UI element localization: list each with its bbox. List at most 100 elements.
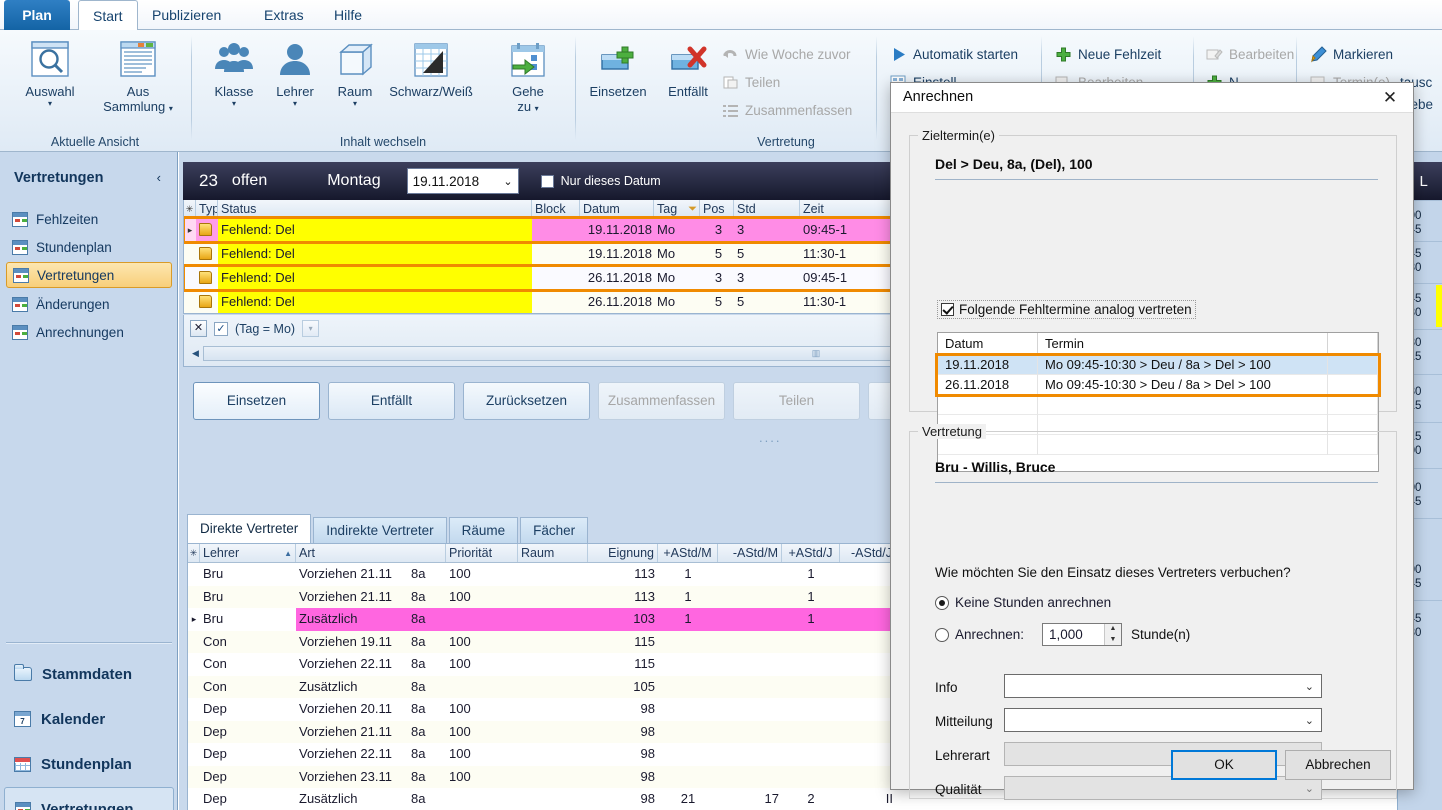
ribbon-button-gehe-zu[interactable]: Gehe zu ▾ — [486, 36, 570, 114]
column-header-minus-astd-m[interactable]: -AStd/M — [718, 544, 782, 562]
tab-raeume[interactable]: Räume — [448, 517, 519, 543]
button-teilen[interactable]: Teilen — [733, 382, 860, 420]
ribbon-button-label: Bearbeiten — [1229, 46, 1295, 62]
chevron-down-icon[interactable]: ▾ — [313, 99, 397, 109]
radio-button[interactable] — [935, 595, 949, 610]
column-header-minus-astd-j[interactable]: -AStd/J — [840, 544, 896, 562]
date-picker[interactable]: 19.11.2018 ⌄ — [406, 168, 519, 194]
close-icon[interactable]: ✕ — [1375, 86, 1405, 110]
cell-minus-astd-j — [840, 743, 896, 766]
radio-keine-stunden[interactable]: Keine Stunden anrechnen — [935, 595, 1111, 610]
mitteilung-combobox[interactable]: ⌄ — [1004, 708, 1322, 732]
button-zusammenfassen[interactable]: Zusammenfassen — [598, 382, 725, 420]
sidebar-collapse-icon[interactable]: ‹ — [157, 170, 161, 185]
checkbox-box[interactable] — [941, 303, 954, 316]
ribbon-button-neue-fehlzeit[interactable]: Neue Fehlzeit — [1051, 42, 1165, 66]
column-header-block[interactable]: Block — [532, 200, 580, 217]
sidebar-module-kalender[interactable]: 7 Kalender — [4, 697, 174, 741]
filter-dropdown-icon[interactable]: ▾ — [302, 320, 320, 337]
tab-faecher[interactable]: Fächer — [520, 517, 589, 543]
spinner-down-icon[interactable]: ▼ — [1105, 635, 1121, 646]
chevron-down-icon[interactable]: ⌄ — [503, 175, 512, 188]
filter-enable-checkbox[interactable]: ✓ — [214, 321, 228, 336]
radio-button[interactable] — [935, 627, 949, 642]
column-header-status[interactable]: Status — [218, 200, 532, 217]
chevron-down-icon[interactable]: ▾ — [169, 104, 173, 113]
column-header-eignung[interactable]: Eignung — [588, 544, 658, 562]
chevron-down-icon[interactable]: ⌄ — [1305, 782, 1314, 795]
sidebar-item-anrechnungen[interactable]: Anrechnungen — [6, 319, 172, 345]
tab-direkte-vertreter[interactable]: Direkte Vertreter — [187, 514, 312, 543]
cell-art: Vorziehen 21.11 — [299, 588, 392, 604]
splitter-handle[interactable]: .... — [759, 430, 781, 445]
hours-spinner[interactable]: 1,000 ▲ ▼ — [1042, 623, 1122, 646]
ribbon-button-auswahl[interactable]: Auswahl ▾ — [8, 36, 92, 109]
sidebar-module-stammdaten[interactable]: Stammdaten — [4, 652, 174, 696]
sidebar-module-vertretungen[interactable]: Vertretungen — [4, 787, 174, 810]
column-header-std[interactable]: Std — [734, 200, 800, 217]
tab-publizieren[interactable]: Publizieren — [138, 0, 235, 30]
ribbon-button-automatik-starten[interactable]: Automatik starten — [886, 42, 1022, 66]
dialog-titlebar[interactable]: Anrechnen ✕ — [891, 83, 1413, 113]
chevron-down-icon[interactable]: ⌄ — [1305, 714, 1314, 727]
cell-lehrer: Bru — [203, 566, 224, 581]
ribbon-button-wie-woche-zuvor[interactable]: Wie Woche zuvor — [718, 42, 855, 66]
ribbon-group-label: Aktuelle Ansicht — [50, 135, 140, 149]
button-zuruecksetzen[interactable]: Zurücksetzen — [463, 382, 590, 420]
info-combobox[interactable]: ⌄ — [1004, 674, 1322, 698]
sidebar-item-vertretungen[interactable]: Vertretungen — [6, 262, 172, 288]
tab-hilfe[interactable]: Hilfe — [320, 0, 376, 30]
column-header-prioritaet[interactable]: Priorität — [446, 544, 518, 562]
ribbon-button-schwarz-weiss[interactable]: Schwarz/Weiß — [376, 36, 486, 99]
sort-ascending-icon[interactable]: ▲ — [284, 544, 292, 562]
column-header-plus-astd-m[interactable]: +AStd/M — [658, 544, 718, 562]
cancel-button[interactable]: Abbrechen — [1285, 750, 1391, 780]
ribbon-button-markieren[interactable]: Markieren — [1306, 42, 1397, 66]
column-header-raum[interactable]: Raum — [518, 544, 588, 562]
analog-vertreten-checkbox[interactable]: Folgende Fehltermine analog vertreten — [937, 300, 1196, 319]
chevron-down-icon[interactable]: ▾ — [535, 104, 539, 113]
column-header-plus-astd-j[interactable]: +AStd/J — [782, 544, 840, 562]
column-header-marker[interactable]: ✳ — [188, 544, 200, 562]
sidebar-item-stundenplan[interactable]: Stundenplan — [6, 234, 172, 260]
tab-start[interactable]: Start — [78, 0, 138, 31]
column-header-marker[interactable]: ✳ — [184, 200, 196, 217]
scroll-left-icon[interactable]: ◀ — [188, 346, 203, 361]
table-row[interactable] — [938, 395, 1378, 415]
tab-plan[interactable]: Plan — [4, 0, 70, 30]
only-this-date-checkbox[interactable]: Nur dieses Datum — [540, 174, 661, 188]
tab-indirekte-vertreter[interactable]: Indirekte Vertreter — [313, 517, 447, 543]
column-header-datum[interactable]: Datum — [938, 333, 1038, 354]
column-header-art[interactable]: Art — [296, 544, 408, 562]
cell-plus-astd-m — [658, 631, 718, 654]
button-einsetzen[interactable]: Einsetzen — [193, 382, 320, 420]
chevron-down-icon[interactable]: ⌄ — [1305, 680, 1314, 693]
ribbon-button-bearbeiten[interactable]: Bearbeiten — [1202, 42, 1298, 66]
column-header-lehrer[interactable]: Lehrer ▲ — [200, 544, 296, 562]
hours-value[interactable]: 1,000 — [1043, 627, 1104, 642]
spinner-up-icon[interactable]: ▲ — [1105, 624, 1121, 635]
chevron-down-icon[interactable]: ▾ — [8, 99, 92, 109]
spinner-buttons[interactable]: ▲ ▼ — [1104, 624, 1121, 645]
filter-icon[interactable]: ⏷ — [688, 200, 697, 217]
column-header-datum[interactable]: Datum — [580, 200, 654, 217]
sidebar-item-fehlzeiten[interactable]: Fehlzeiten — [6, 206, 172, 232]
column-header-termin[interactable]: Termin — [1038, 333, 1328, 354]
radio-anrechnen[interactable]: Anrechnen: — [935, 627, 1024, 642]
grid-icon — [14, 756, 31, 772]
ribbon-button-aus-sammlung[interactable]: Aus Sammlung ▾ — [96, 36, 180, 114]
button-entfaellt[interactable]: Entfällt — [328, 382, 455, 420]
filter-close-icon[interactable]: ✕ — [190, 320, 207, 337]
sidebar-module-stundenplan[interactable]: Stundenplan — [4, 742, 174, 786]
tab-extras[interactable]: Extras — [250, 0, 318, 30]
column-header-zeit[interactable]: Zeit — [800, 200, 900, 217]
ok-button[interactable]: OK — [1171, 750, 1277, 780]
column-header-pos[interactable]: Pos — [700, 200, 734, 217]
column-header-art-extra[interactable] — [408, 544, 446, 562]
sidebar-item-aenderungen[interactable]: Änderungen — [6, 291, 172, 317]
column-header-tag[interactable]: Tag ⏷ — [654, 200, 700, 217]
ribbon-button-zusammenfassen[interactable]: Zusammenfassen — [718, 98, 856, 122]
column-header-typ[interactable]: Typ — [196, 200, 218, 217]
ribbon-button-teilen[interactable]: Teilen — [718, 70, 784, 94]
checkbox-box[interactable] — [540, 174, 554, 188]
